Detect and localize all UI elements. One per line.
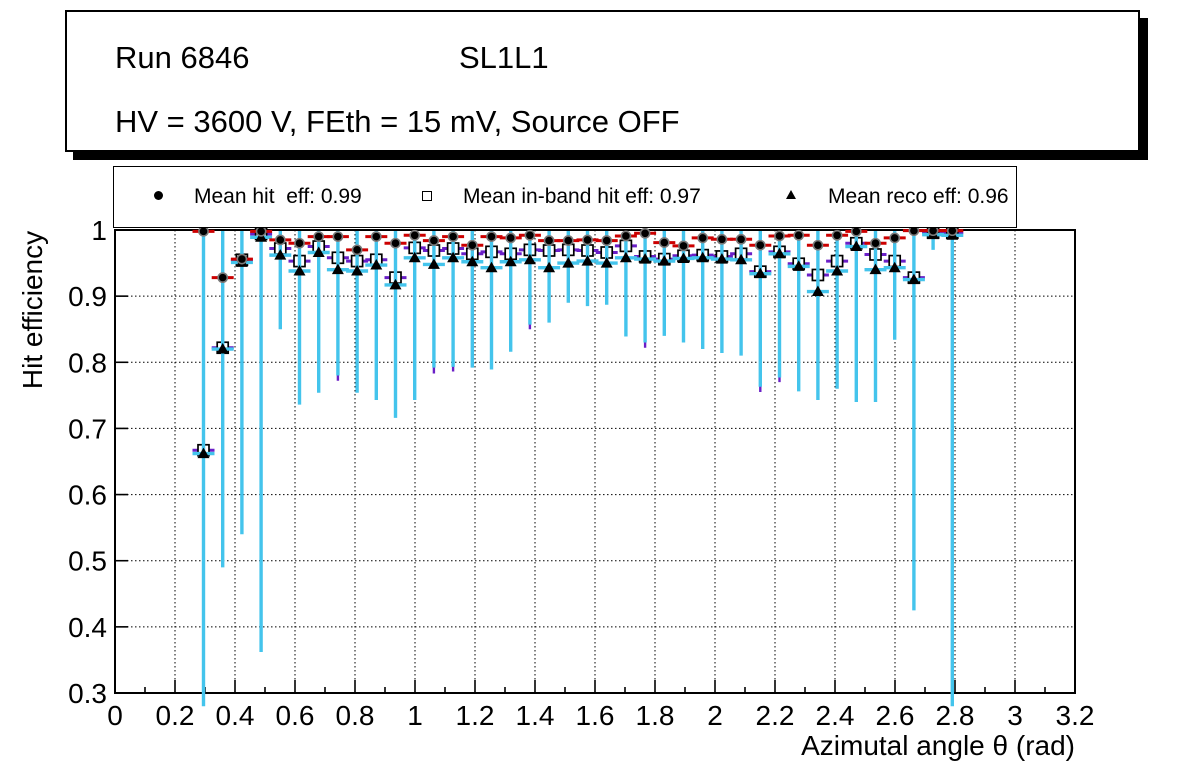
marker-hit-circle [774,230,785,242]
marker-hit-circle [831,229,843,241]
marker-hit-circle [620,230,632,242]
marker-hit-circle [370,231,382,243]
x-tick-label: 3 [1007,700,1023,731]
legend-label-hit: Mean hit eff: 0.99 [194,185,362,208]
marker-hit-circle [447,231,459,243]
marker-hit-circle [716,233,728,245]
y-tick-label: 0.6 [68,480,107,511]
marker-hit-circle [524,229,536,241]
marker-hit-circle [274,234,286,246]
data-layer [192,226,964,707]
y-tick-label: 0.5 [68,546,107,577]
x-tick-label: 2 [707,700,723,731]
grid-layer [115,230,1075,693]
marker-hit-circle [658,237,670,248]
marker-hit-circle [198,226,209,237]
y-tick-label: 0.3 [68,678,107,709]
y-tick-label: 1 [91,215,107,246]
x-tick-label: 0 [107,700,123,731]
filled-circle-icon [154,191,163,200]
marker-hit-circle [697,232,709,244]
title-run-number: Run 6846 [115,40,250,75]
marker-hit-circle [639,227,651,239]
x-tick-label: 0.6 [276,700,315,731]
marker-hit-circle [870,237,881,249]
title-conditions: HV = 3600 V, FEth = 15 mV, Source OFF [115,104,680,139]
filled-triangle-icon [786,190,796,199]
y-tick-label: 0.9 [68,281,107,312]
x-tick-label: 2.6 [876,700,915,731]
y-axis-title: Hit efficiency [17,231,48,389]
x-tick-label: 3.2 [1056,700,1095,731]
marker-hit-circle [543,235,555,246]
title-box: Run 6846 SL1L1 HV = 3600 V, FEth = 15 mV… [65,10,1140,152]
legend-label-reco: Mean reco eff: 0.96 [828,185,1009,208]
y-tick-label: 0.4 [68,612,107,643]
marker-hit-circle [217,272,229,284]
marker-hit-circle [428,235,440,246]
y-tick-label: 0.7 [68,413,107,444]
marker-hit-circle [562,235,574,246]
marker-hit-circle [601,235,613,246]
marker-hit-circle [313,231,325,243]
marker-hit-circle [735,233,747,245]
x-tick-label: 1.6 [576,700,615,731]
marker-hit-circle [582,234,593,246]
marker-hit-circle [255,226,267,237]
open-square-icon [422,191,432,201]
x-tick-label: 2.4 [816,700,855,731]
marker-hit-circle [850,226,862,237]
marker-hit-circle [351,244,363,256]
marker-hit-circle [390,237,401,249]
x-tick-label: 2.2 [756,700,795,731]
marker-hit-circle [486,231,497,243]
marker-hit-circle [332,231,344,243]
x-tick-label: 0.4 [216,700,255,731]
marker-hit-circle [294,237,305,249]
x-tick-label: 0.8 [336,700,375,731]
x-tick-label: 1.8 [636,700,675,731]
marker-hit-circle [793,229,805,241]
x-tick-label: 1 [407,700,423,731]
legend-box: Mean hit eff: 0.99 Mean in-band hit eff:… [113,166,1017,228]
x-tick-label: 1.2 [456,700,495,731]
marker-hit-circle [889,232,901,244]
x-axis-title: Azimutal angle θ (rad) [801,730,1075,761]
title-chamber-label: SL1L1 [459,40,549,75]
y-tick-label: 0.8 [68,347,107,378]
root-canvas: 0 0.2 0.4 0.6 0.8 1 1.2 1.4 1.6 1.8 2 2.2 2.4 2.6 2.8 3… [0,0,1196,772]
x-tick-label: 1.4 [516,700,555,731]
marker-hit-circle [754,239,766,251]
marker-hit-circle [236,253,248,265]
marker-hit-circle [678,240,689,252]
marker-hit-circle [505,232,517,244]
marker-hit-circle [466,239,478,251]
marker-hit-circle [812,239,824,251]
x-tick-label: 0.2 [156,700,195,731]
x-tick-label: 2.8 [936,700,975,731]
marker-hit-circle [409,229,421,241]
legend-label-inband: Mean in-band hit eff: 0.97 [463,185,701,208]
